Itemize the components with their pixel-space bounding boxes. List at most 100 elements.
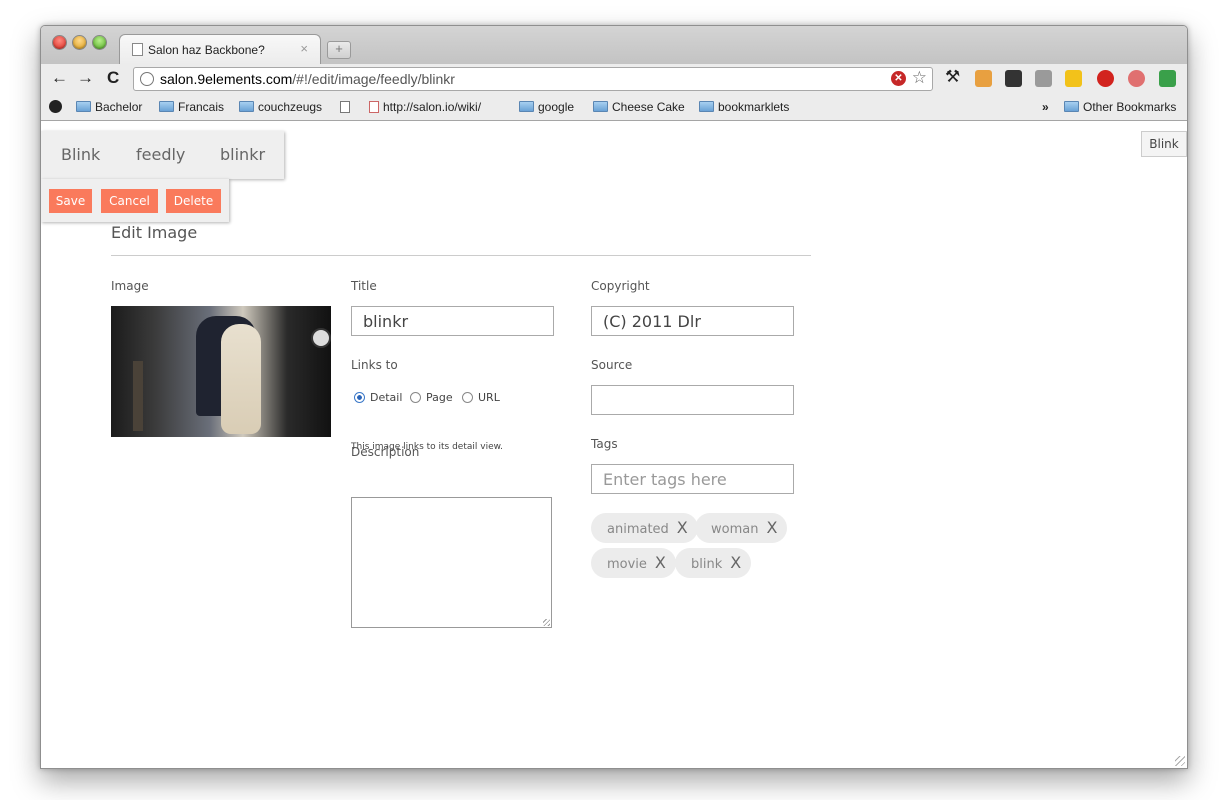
tag-label: movie — [607, 557, 647, 572]
bookmark-bookmarklets[interactable]: bookmarklets — [699, 100, 789, 114]
bookmark-label: Other Bookmarks — [1083, 100, 1177, 114]
window-minimize-icon[interactable] — [73, 36, 86, 49]
extension-stop-icon[interactable] — [1097, 70, 1114, 87]
tag-chip: blink X — [675, 548, 752, 578]
window-resize-icon[interactable] — [1175, 756, 1185, 766]
cancel-button[interactable]: Cancel — [101, 189, 158, 213]
description-label: Description — [351, 445, 420, 459]
blink-button[interactable]: Blink — [1141, 131, 1187, 157]
title-input[interactable]: blinkr — [351, 306, 554, 336]
page-title: Edit Image — [111, 223, 198, 242]
browser-toolbar: ← → C salon.9elements.com/#!/edit/image/… — [41, 64, 1187, 94]
back-arrow-icon[interactable]: ← — [51, 68, 68, 88]
wiki-icon — [369, 101, 379, 113]
page-icon — [132, 43, 143, 56]
folder-icon — [1064, 101, 1079, 112]
resize-handle-icon[interactable] — [543, 619, 550, 626]
bookmark-francais[interactable]: Francais — [159, 100, 224, 114]
other-bookmarks[interactable]: Other Bookmarks — [1064, 100, 1176, 114]
extension-tag-icon[interactable] — [1035, 70, 1052, 87]
page-content: Blink feedly blinkr Save Cancel Delete B… — [41, 121, 1187, 768]
bookmark-salon-wiki[interactable]: http://salon.io/wiki/ — [369, 100, 481, 114]
bookmark-couchzeugs[interactable]: couchzeugs — [239, 100, 322, 114]
folder-icon — [699, 101, 714, 112]
copyright-input[interactable]: (C) 2011 Dlr — [591, 306, 794, 336]
save-button[interactable]: Save — [49, 189, 92, 213]
tag-remove-icon[interactable]: X — [730, 548, 741, 578]
bookmark-star-icon[interactable]: ☆ — [912, 68, 927, 88]
description-textarea[interactable] — [351, 497, 552, 628]
window-close-icon[interactable] — [53, 36, 66, 49]
tag-remove-icon[interactable]: X — [766, 513, 777, 543]
address-bar[interactable]: salon.9elements.com/#!/edit/image/feedly… — [133, 67, 933, 91]
radio-icon — [462, 392, 473, 403]
breadcrumb-item[interactable]: Blink — [61, 145, 100, 164]
source-input[interactable] — [591, 385, 794, 415]
extension-cake-icon[interactable] — [975, 70, 992, 87]
radio-label: URL — [478, 391, 500, 404]
bookmark-cheese-cake[interactable]: Cheese Cake — [593, 100, 685, 114]
breadcrumb-item[interactable]: blinkr — [220, 145, 265, 164]
tab-close-icon[interactable]: × — [300, 41, 308, 56]
reload-icon[interactable]: C — [107, 68, 119, 88]
source-label: Source — [591, 358, 633, 372]
browser-window: Salon haz Backbone? × + ← → C salon.9ele… — [40, 25, 1188, 769]
delete-button[interactable]: Delete — [166, 189, 221, 213]
tags-input[interactable]: Enter tags here — [591, 464, 794, 494]
extension-green-icon[interactable] — [1159, 70, 1176, 87]
folder-icon — [159, 101, 174, 112]
window-maximize-icon[interactable] — [93, 36, 106, 49]
divider — [111, 255, 811, 256]
forward-arrow-icon[interactable]: → — [77, 68, 94, 88]
bookmark-label: couchzeugs — [258, 100, 323, 114]
extension-dark-icon[interactable] — [1005, 70, 1022, 87]
links-to-label: Links to — [351, 358, 398, 372]
radio-selected-icon — [354, 392, 365, 403]
radio-icon — [410, 392, 421, 403]
tag-remove-icon[interactable]: X — [677, 513, 688, 543]
bookmark-google[interactable]: google — [519, 100, 574, 114]
radio-page[interactable]: Page — [410, 391, 453, 404]
radio-label: Detail — [370, 391, 403, 404]
tag-remove-icon[interactable]: X — [655, 548, 666, 578]
tag-chip: animated X — [591, 513, 698, 543]
folder-icon — [76, 101, 91, 112]
blocked-icon[interactable]: ✕ — [891, 71, 906, 86]
github-icon[interactable] — [49, 100, 62, 114]
bookmarks-overflow-icon[interactable]: » — [1042, 100, 1049, 114]
url-host: salon.9elements.com — [160, 71, 293, 87]
url-text: salon.9elements.com/#!/edit/image/feedly… — [160, 71, 455, 87]
tags-label: Tags — [591, 437, 618, 451]
bookmark-label: Francais — [178, 100, 225, 114]
wrench-icon[interactable]: ⚒ — [945, 67, 962, 86]
browser-tab[interactable]: Salon haz Backbone? × — [119, 34, 321, 65]
copyright-label: Copyright — [591, 279, 650, 293]
tag-chip: woman X — [695, 513, 788, 543]
bookmarks-bar: Bachelor Francais couchzeugs http://salo… — [41, 94, 1187, 121]
action-bar: Save Cancel Delete — [41, 179, 229, 222]
breadcrumb: Blink feedly blinkr — [41, 131, 284, 179]
title-label: Title — [351, 279, 377, 293]
tag-chip: movie X — [591, 548, 676, 578]
bookmark-label: Cheese Cake — [612, 100, 685, 114]
breadcrumb-item[interactable]: feedly — [136, 145, 185, 164]
new-tab-button[interactable]: + — [327, 41, 351, 59]
radio-label: Page — [426, 391, 453, 404]
folder-icon — [593, 101, 608, 112]
image-preview[interactable] — [111, 306, 331, 437]
tag-label: animated — [607, 522, 669, 537]
bookmark-label: google — [538, 100, 575, 114]
tag-label: blink — [691, 557, 723, 572]
folder-icon — [519, 101, 534, 112]
bookmark-page[interactable] — [340, 100, 354, 114]
url-path: /#!/edit/image/feedly/blinkr — [292, 71, 455, 87]
radio-url[interactable]: URL — [462, 391, 500, 404]
folder-icon — [239, 101, 254, 112]
extension-tomato-icon[interactable] — [1128, 70, 1145, 87]
extension-phone-icon[interactable] — [1065, 70, 1082, 87]
globe-icon — [140, 72, 154, 86]
bookmark-label: bookmarklets — [718, 100, 790, 114]
radio-detail[interactable]: Detail — [354, 391, 402, 404]
bookmark-bachelor[interactable]: Bachelor — [76, 100, 142, 114]
tag-label: woman — [711, 522, 759, 537]
